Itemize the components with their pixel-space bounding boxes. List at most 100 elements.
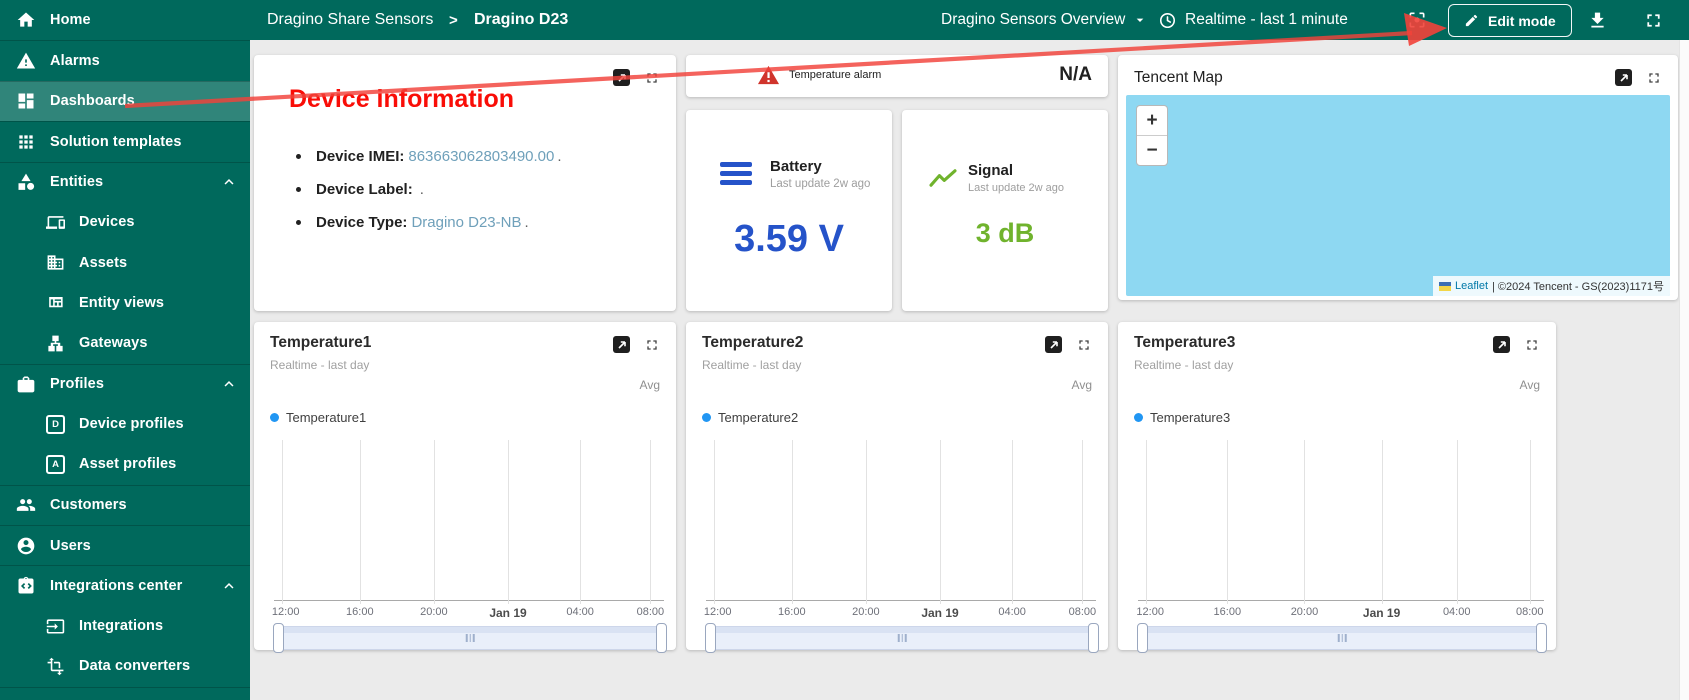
device-type-value[interactable]: Dragino D23-NB xyxy=(411,214,521,231)
export-icon[interactable] xyxy=(1615,69,1632,86)
scrollbar-right-handle[interactable] xyxy=(1088,623,1099,653)
signal-icon xyxy=(928,166,958,195)
alarm-warning-icon xyxy=(756,64,781,92)
device-imei-row: Device IMEI: 863663062803490.00. xyxy=(294,147,562,166)
warning-icon xyxy=(16,52,36,69)
sidebar-item-dashboards[interactable]: Dashboards xyxy=(0,80,250,122)
sidebar-item-device-profiles[interactable]: D Device profiles xyxy=(0,404,250,444)
scrollbar-left-handle[interactable] xyxy=(273,623,284,653)
screenshot-icon[interactable] xyxy=(1406,9,1428,31)
chart-timewindow: Realtime - last day xyxy=(270,358,370,372)
leaflet-flag-icon xyxy=(1438,281,1451,291)
map-zoom-control: + − xyxy=(1136,105,1168,166)
map-card: Tencent Map + − Leaflet | ©2024 Tencent … xyxy=(1118,55,1678,300)
device-profile-icon: D xyxy=(46,414,65,434)
grid-icon xyxy=(19,135,33,149)
sidebar-item-data-converters[interactable]: Data converters xyxy=(0,646,250,686)
aggregation-label[interactable]: Avg xyxy=(1072,378,1092,392)
alarm-label: Temperature alarm xyxy=(789,69,882,81)
lan-icon xyxy=(48,335,63,352)
export-icon[interactable] xyxy=(1493,336,1510,353)
signal-value: 3 dB xyxy=(975,218,1035,248)
temperature1-chart-card: Temperature1 Realtime - last day Avg Tem… xyxy=(254,322,676,653)
export-icon[interactable] xyxy=(613,336,630,353)
sidebar-item-alarms[interactable]: Alarms xyxy=(0,40,250,80)
expand-icon[interactable] xyxy=(1646,70,1662,86)
scrollbar-right-handle[interactable] xyxy=(656,623,667,653)
user-circle-icon xyxy=(17,537,35,555)
temperature-alarm-card: Temperature alarm N/A xyxy=(686,55,1108,97)
chart-plot-area xyxy=(1138,440,1544,604)
sidebar-item-profiles[interactable]: Profiles xyxy=(0,363,250,404)
expand-icon[interactable] xyxy=(1524,337,1540,353)
scrollbar-right-handle[interactable] xyxy=(1536,623,1547,653)
chart-timewindow: Realtime - last day xyxy=(702,358,802,372)
sidebar-item-entity-views[interactable]: Entity views xyxy=(0,283,250,323)
download-icon[interactable] xyxy=(1586,9,1608,31)
time-range-scrollbar[interactable] xyxy=(705,623,1099,653)
aggregation-label[interactable]: Avg xyxy=(1520,378,1540,392)
x-axis-labels: 12:00 16:00 20:00 Jan 19 04:00 08:00 xyxy=(271,606,665,620)
sidebar-item-assets[interactable]: Assets xyxy=(0,242,250,282)
page-scrollbar[interactable] xyxy=(1679,40,1689,700)
map-zoom-in-button[interactable]: + xyxy=(1137,106,1167,136)
chart-title: Temperature2 xyxy=(702,334,804,351)
x-axis-labels: 12:00 16:00 20:00 Jan 19 04:00 08:00 xyxy=(1136,606,1544,620)
dashboard-state-select[interactable]: Dragino Sensors Overview xyxy=(941,0,1148,40)
sidebar-item-integrations[interactable]: Integrations xyxy=(0,606,250,646)
edit-mode-button[interactable]: Edit mode xyxy=(1448,4,1572,37)
device-imei-value[interactable]: 863663062803490.00 xyxy=(408,148,554,165)
expand-icon[interactable] xyxy=(1076,337,1092,353)
time-range-scrollbar[interactable] xyxy=(1137,623,1547,653)
sidebar-item-asset-profiles[interactable]: A Asset profiles xyxy=(0,444,250,484)
legend-item[interactable]: Temperature2 xyxy=(702,410,798,425)
category-icon xyxy=(18,173,35,191)
asset-profile-icon: A xyxy=(46,454,65,474)
sidebar-item-integrations-center[interactable]: Integrations center xyxy=(0,565,250,605)
map-zoom-out-button[interactable]: − xyxy=(1137,136,1167,165)
scrollbar-move-handle[interactable] xyxy=(1141,627,1543,633)
input-icon xyxy=(46,618,65,634)
legend-dot xyxy=(1134,413,1143,422)
edit-mode-label: Edit mode xyxy=(1488,12,1556,29)
scrollbar-move-handle[interactable] xyxy=(277,627,663,633)
sidebar-divider xyxy=(0,686,250,688)
legend-item[interactable]: Temperature3 xyxy=(1134,410,1230,425)
export-icon[interactable] xyxy=(1045,336,1062,353)
device-info-list: Device IMEI: 863663062803490.00. Device L… xyxy=(294,147,562,246)
map-title: Tencent Map xyxy=(1134,69,1223,86)
scrollbar-left-handle[interactable] xyxy=(705,623,716,653)
export-icon[interactable] xyxy=(613,69,630,86)
breadcrumb-separator: > xyxy=(449,11,458,29)
sidebar-item-home[interactable]: Home xyxy=(0,0,250,40)
sidebar-item-devices[interactable]: Devices xyxy=(0,202,250,242)
fullscreen-icon[interactable] xyxy=(1642,9,1664,31)
devices-icon xyxy=(46,215,65,229)
scrollbar-grip-icon xyxy=(1337,634,1347,642)
time-range-scrollbar[interactable] xyxy=(273,623,667,653)
battery-card: Battery Last update 2w ago 3.59 V xyxy=(686,110,892,311)
transform-icon xyxy=(47,657,64,676)
scrollbar-move-handle[interactable] xyxy=(709,627,1095,633)
sidebar-item-users[interactable]: Users xyxy=(0,525,250,565)
sidebar-item-customers[interactable]: Customers xyxy=(0,484,250,525)
leaflet-link[interactable]: Leaflet xyxy=(1455,280,1488,292)
sidebar-item-entities[interactable]: Entities xyxy=(0,161,250,202)
badge-icon xyxy=(17,376,35,393)
breadcrumb-root[interactable]: Dragino Share Sensors xyxy=(267,0,433,40)
signal-card: Signal Last update 2w ago 3 dB xyxy=(902,110,1108,311)
legend-item[interactable]: Temperature1 xyxy=(270,410,366,425)
expand-icon[interactable] xyxy=(644,337,660,353)
chevron-down-icon xyxy=(1137,18,1144,22)
scrollbar-left-handle[interactable] xyxy=(1137,623,1148,653)
timewindow-button[interactable]: Realtime - last 1 minute xyxy=(1158,0,1348,40)
chevron-up-icon xyxy=(220,173,238,191)
map-canvas[interactable]: + − Leaflet | ©2024 Tencent - GS(2023)11… xyxy=(1126,95,1670,296)
expand-icon[interactable] xyxy=(644,70,660,86)
sidebar-item-gateways[interactable]: Gateways xyxy=(0,323,250,363)
device-label-row: Device Label:. xyxy=(294,180,562,199)
sidebar-item-solution-templates[interactable]: Solution templates xyxy=(0,121,250,161)
aggregation-label[interactable]: Avg xyxy=(640,378,660,392)
chart-title: Temperature3 xyxy=(1134,334,1236,351)
temperature3-chart-card: Temperature3 Realtime - last day Avg Tem… xyxy=(1118,322,1556,653)
